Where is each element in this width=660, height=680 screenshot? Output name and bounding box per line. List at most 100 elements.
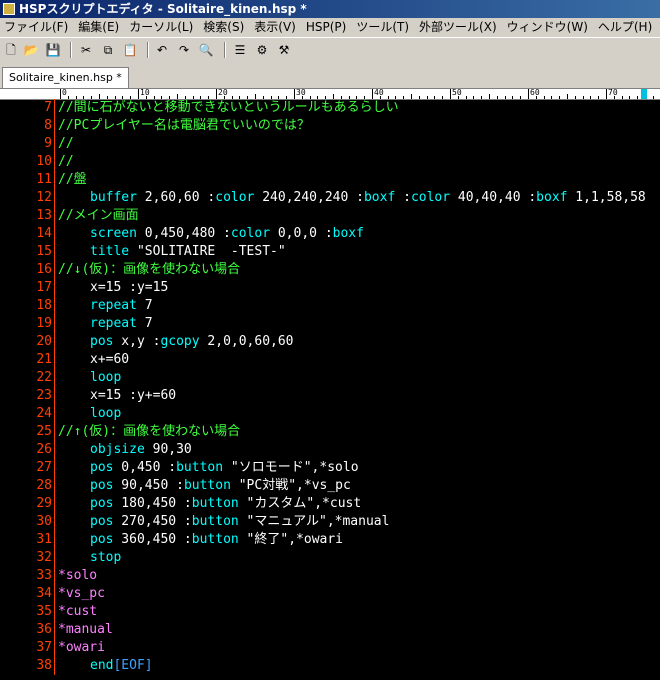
text-token: 1,1,58,58 [567,190,646,205]
keyword-token: loop [90,406,122,421]
code-line[interactable]: 36 *manual [0,621,660,639]
gutter-divider [54,225,55,243]
keyword-token: color [410,190,451,205]
code-line[interactable]: 15 title "SOLITAIRE -TEST-" [0,243,660,261]
code-line[interactable]: 22 loop [0,369,660,387]
menu-external-tools[interactable]: 外部ツール(X) [415,18,503,37]
code-line[interactable]: 25 //↑(仮)：画像を使わない場合 [0,423,660,441]
code-line[interactable]: 37 *owari [0,639,660,657]
menu-hsp[interactable]: HSP(P) [302,18,352,37]
code-line[interactable]: 29 pos 180,450 :button "カスタム",*cust [0,495,660,513]
save-icon[interactable]: 💾 [45,42,61,58]
code-line[interactable]: 35 *cust [0,603,660,621]
line-number: 10 [36,154,52,169]
comment-token: //↓(仮)：画像を使わない場合 [58,262,241,277]
list-icon[interactable]: ☰ [232,42,248,58]
text-token: x+=60 [90,352,130,367]
code-line[interactable]: 33 *solo [0,567,660,585]
text-token: "カスタム",*cust [238,496,362,511]
ruler-label: 10 [140,89,150,97]
menu-file[interactable]: ファイル(F) [0,18,74,37]
code-line[interactable]: 30 pos 270,450 :button "マニュアル",*manual [0,513,660,531]
code-line[interactable]: 11 //盤 [0,171,660,189]
ruler-label: 0 [62,89,67,97]
line-code: //↑(仮)：画像を使わない場合 [58,423,240,441]
line-number: 9 [44,136,52,151]
code-line[interactable]: 20 pos x,y :gcopy 2,0,0,60,60 [0,333,660,351]
gutter-divider [54,459,55,477]
gutter-divider [54,621,55,639]
code-line[interactable]: 23 x=15 :y+=60 [0,387,660,405]
line-number: 28 [36,478,52,493]
undo-icon[interactable]: ↶ [154,42,170,58]
code-line[interactable]: 24 loop [0,405,660,423]
cut-icon[interactable]: ✂ [78,42,94,58]
line-number: 37 [36,640,52,655]
gutter-divider [54,513,55,531]
code-line[interactable]: 31 pos 360,450 :button "終了",*owari [0,531,660,549]
keyword-token: button [191,514,239,529]
text-token: 240,240,240 : [254,190,364,205]
menu-view[interactable]: 表示(V) [250,18,302,37]
copy-icon[interactable]: ⧉ [100,42,116,58]
line-number: 27 [36,460,52,475]
menu-cursor[interactable]: カーソル(L) [125,18,199,37]
code-line[interactable]: 7 //間に石がないと移動できないというルールもあるらしい [0,99,660,117]
code-line[interactable]: 12 buffer 2,60,60 :color 240,240,240 :box… [0,189,660,207]
line-code: loop [58,405,121,423]
line-number: 18 [36,298,52,313]
code-line[interactable]: 14 screen 0,450,480 :color 0,0,0 :boxf [0,225,660,243]
run-icon[interactable]: ⚙ [254,42,270,58]
app-icon[interactable] [3,3,15,15]
code-line[interactable]: 26 objsize 90,30 [0,441,660,459]
gutter-divider [54,585,55,603]
open-folder-icon[interactable]: 📂 [23,42,39,58]
ruler-tick [138,89,139,99]
line-code: *vs_pc [58,585,105,603]
menu-search[interactable]: 検索(S) [199,18,250,37]
code-line[interactable]: 16 //↓(仮)：画像を使わない場合 [0,261,660,279]
line-code: *solo [58,567,97,585]
code-line[interactable]: 32 stop [0,549,660,567]
tools-icon[interactable]: ⚒ [276,42,292,58]
paste-icon[interactable]: 📋 [122,42,138,58]
ruler-tick [372,89,373,99]
line-number: 33 [36,568,52,583]
new-file-icon[interactable]: 🗋 [3,42,19,58]
comment-token: //メイン画面 [58,208,139,223]
code-editor[interactable]: 0 10 20 30 40 50 60 70 7 //間に石がないと移動できないというルールもあ… [0,89,660,680]
tab-solitaire-kinen[interactable]: Solitaire_kinen.hsp * [2,67,129,88]
code-line[interactable]: 21 x+=60 [0,351,660,369]
code-line[interactable]: 27 pos 0,450 :button "ソロモード",*solo [0,459,660,477]
code-line[interactable]: 13 //メイン画面 [0,207,660,225]
code-line[interactable]: 18 repeat 7 [0,297,660,315]
find-replace-icon[interactable]: 🔍 [198,42,214,58]
code-line[interactable]: 8 //PCプレイヤー名は電脳君でいいのでは？ [0,117,660,135]
code-line[interactable]: 19 repeat 7 [0,315,660,333]
line-code: end[EOF] [58,657,153,675]
code-line[interactable]: 9 // [0,135,660,153]
menu-edit[interactable]: 編集(E) [74,18,125,37]
ruler-tick [216,89,217,99]
menu-help[interactable]: ヘルプ(H) [594,18,658,37]
text-token: 0,450,480 : [136,226,231,241]
code-line[interactable]: 10 // [0,153,660,171]
gutter-divider [54,441,55,459]
code-line[interactable]: 28 pos 90,450 :button "PC対戦",*vs_pc [0,477,660,495]
code-line[interactable]: 34 *vs_pc [0,585,660,603]
menu-window[interactable]: ウィンドウ(W) [503,18,594,37]
gutter-divider [54,603,55,621]
code-line[interactable]: 17 x=15 :y=15 [0,279,660,297]
gutter-divider [54,549,55,567]
menu-tools[interactable]: ツール(T) [352,18,415,37]
gutter-divider [54,567,55,585]
text-token: "SOLITAIRE -TEST-" [129,244,286,259]
code-line[interactable]: 38 end[EOF] [0,657,660,675]
keyword-token: boxf [536,190,568,205]
line-number: 29 [36,496,52,511]
text-token: x=15 :y=15 [90,280,169,295]
line-code: // [58,135,74,153]
redo-icon[interactable]: ↷ [176,42,192,58]
line-number: 23 [36,388,52,403]
line-number: 22 [36,370,52,385]
